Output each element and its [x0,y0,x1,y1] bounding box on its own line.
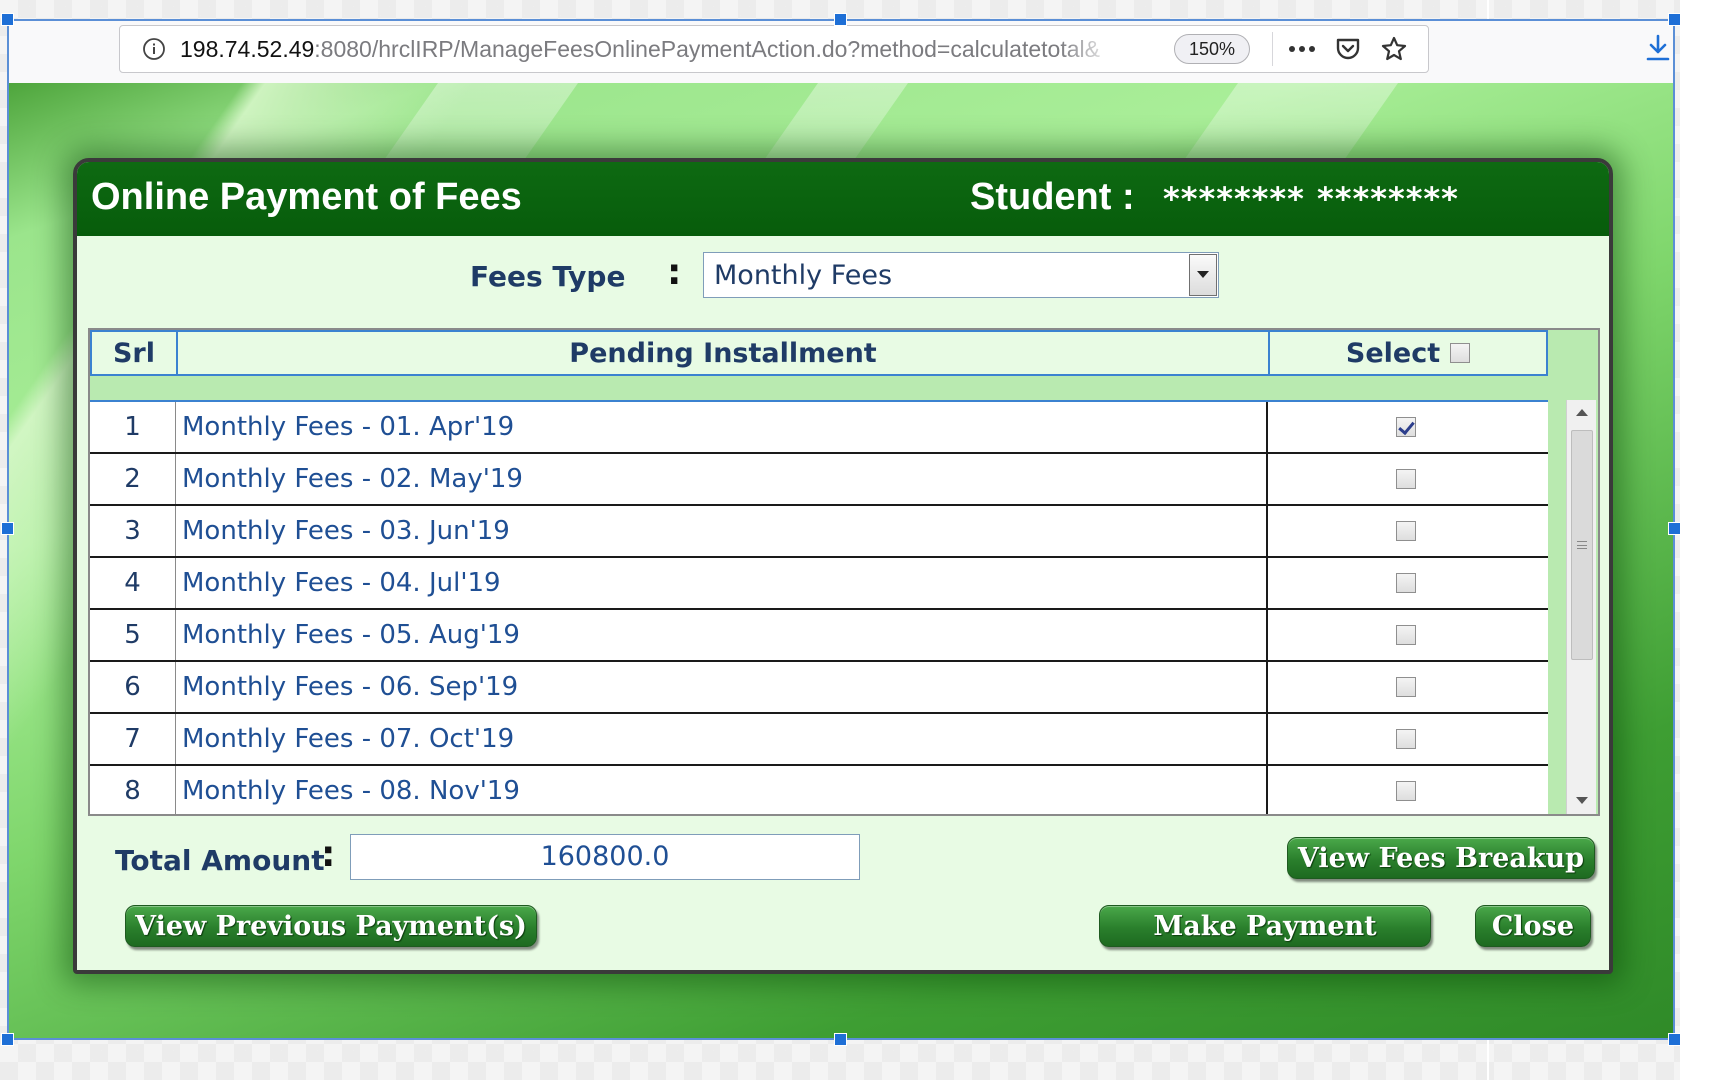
fees-type-row: Fees Type : Monthly Fees [77,236,1609,312]
row-installment: Monthly Fees - 04. Jul'19 [176,558,1268,608]
payment-dialog: Online Payment of Fees Student : *******… [73,158,1613,974]
dialog-title: Online Payment of Fees [91,176,522,218]
scrollbar-thumb[interactable] [1571,430,1593,660]
resize-handle[interactable] [1,522,14,535]
row-select-cell [1268,714,1544,764]
row-srl: 1 [90,402,176,452]
table-row: 7 Monthly Fees - 07. Oct'19 [90,714,1548,766]
installment-table: Srl Pending Installment Select 1 Monthly … [88,328,1600,816]
row-srl: 7 [90,714,176,764]
resize-handle[interactable] [834,1033,847,1046]
total-amount-label: Total Amount [115,844,325,877]
view-fees-breakup-button[interactable]: View Fees Breakup [1287,837,1595,879]
row-srl: 5 [90,610,176,660]
row-srl: 6 [90,662,176,712]
resize-handle[interactable] [1668,1033,1681,1046]
grip-icon [1577,541,1587,549]
background-pane [1680,0,1732,1080]
chevron-down-icon[interactable] [1189,254,1217,296]
resize-handle[interactable] [1,1033,14,1046]
row-installment: Monthly Fees - 02. May'19 [176,454,1268,504]
row-installment: Monthly Fees - 07. Oct'19 [176,714,1268,764]
total-amount-field[interactable]: 160800.0 [350,834,860,880]
row-select-cell [1268,506,1544,556]
table-header: Srl Pending Installment Select [90,330,1548,376]
total-amount-colon: : [321,834,336,875]
row-installment: Monthly Fees - 05. Aug'19 [176,610,1268,660]
table-row: 4 Monthly Fees - 04. Jul'19 [90,558,1548,610]
scroll-up-icon[interactable] [1567,400,1597,426]
row-installment: Monthly Fees - 01. Apr'19 [176,402,1268,452]
resize-handle[interactable] [834,13,847,26]
table-scrollbar[interactable] [1566,400,1596,814]
row-select-cell [1268,402,1544,452]
resize-handle[interactable] [1668,522,1681,535]
student-label: Student : [970,176,1135,218]
resize-handle[interactable] [1668,13,1681,26]
row-select-cell [1268,454,1544,504]
dialog-header: Online Payment of Fees Student : *******… [77,162,1609,236]
row-installment: Monthly Fees - 03. Jun'19 [176,506,1268,556]
fees-type-label: Fees Type [470,260,626,293]
row-checkbox[interactable] [1396,521,1416,541]
row-checkbox[interactable] [1396,469,1416,489]
table-row: 8 Monthly Fees - 08. Nov'19 [90,766,1548,814]
make-payment-button[interactable]: Make Payment [1099,905,1431,947]
scroll-down-icon[interactable] [1567,788,1597,814]
row-select-cell [1268,766,1544,814]
table-row: 1 Monthly Fees - 01. Apr'19 [90,402,1548,454]
row-checkbox[interactable] [1396,781,1416,801]
row-select-cell [1268,558,1544,608]
row-checkbox[interactable] [1396,729,1416,749]
row-srl: 4 [90,558,176,608]
header-select-label: Select [1345,337,1441,369]
student-name: ******** ******** [1163,180,1459,218]
close-button[interactable]: Close [1475,905,1591,947]
row-checkbox[interactable] [1396,417,1416,437]
row-select-cell [1268,662,1544,712]
table-row: 3 Monthly Fees - 03. Jun'19 [90,506,1548,558]
resize-handle[interactable] [1,13,14,26]
row-installment: Monthly Fees - 08. Nov'19 [176,766,1268,814]
table-row: 2 Monthly Fees - 02. May'19 [90,454,1548,506]
row-srl: 3 [90,506,176,556]
select-all-checkbox[interactable] [1450,343,1471,363]
row-select-cell [1268,610,1544,660]
header-installment: Pending Installment [178,332,1270,374]
header-srl: Srl [92,332,178,374]
row-installment: Monthly Fees - 06. Sep'19 [176,662,1268,712]
row-checkbox[interactable] [1396,625,1416,645]
row-checkbox[interactable] [1396,573,1416,593]
table-body: 1 Monthly Fees - 01. Apr'19 2 Monthly Fees … [90,400,1548,814]
view-previous-payments-button[interactable]: View Previous Payment(s) [125,905,537,947]
fees-type-colon: : [667,252,682,293]
table-row: 6 Monthly Fees - 06. Sep'19 [90,662,1548,714]
row-checkbox[interactable] [1396,677,1416,697]
row-srl: 2 [90,454,176,504]
row-srl: 8 [90,766,176,814]
fees-type-select[interactable]: Monthly Fees [703,252,1219,298]
header-select: Select [1270,332,1546,374]
table-row: 5 Monthly Fees - 05. Aug'19 [90,610,1548,662]
fees-type-value: Monthly Fees [714,259,893,291]
